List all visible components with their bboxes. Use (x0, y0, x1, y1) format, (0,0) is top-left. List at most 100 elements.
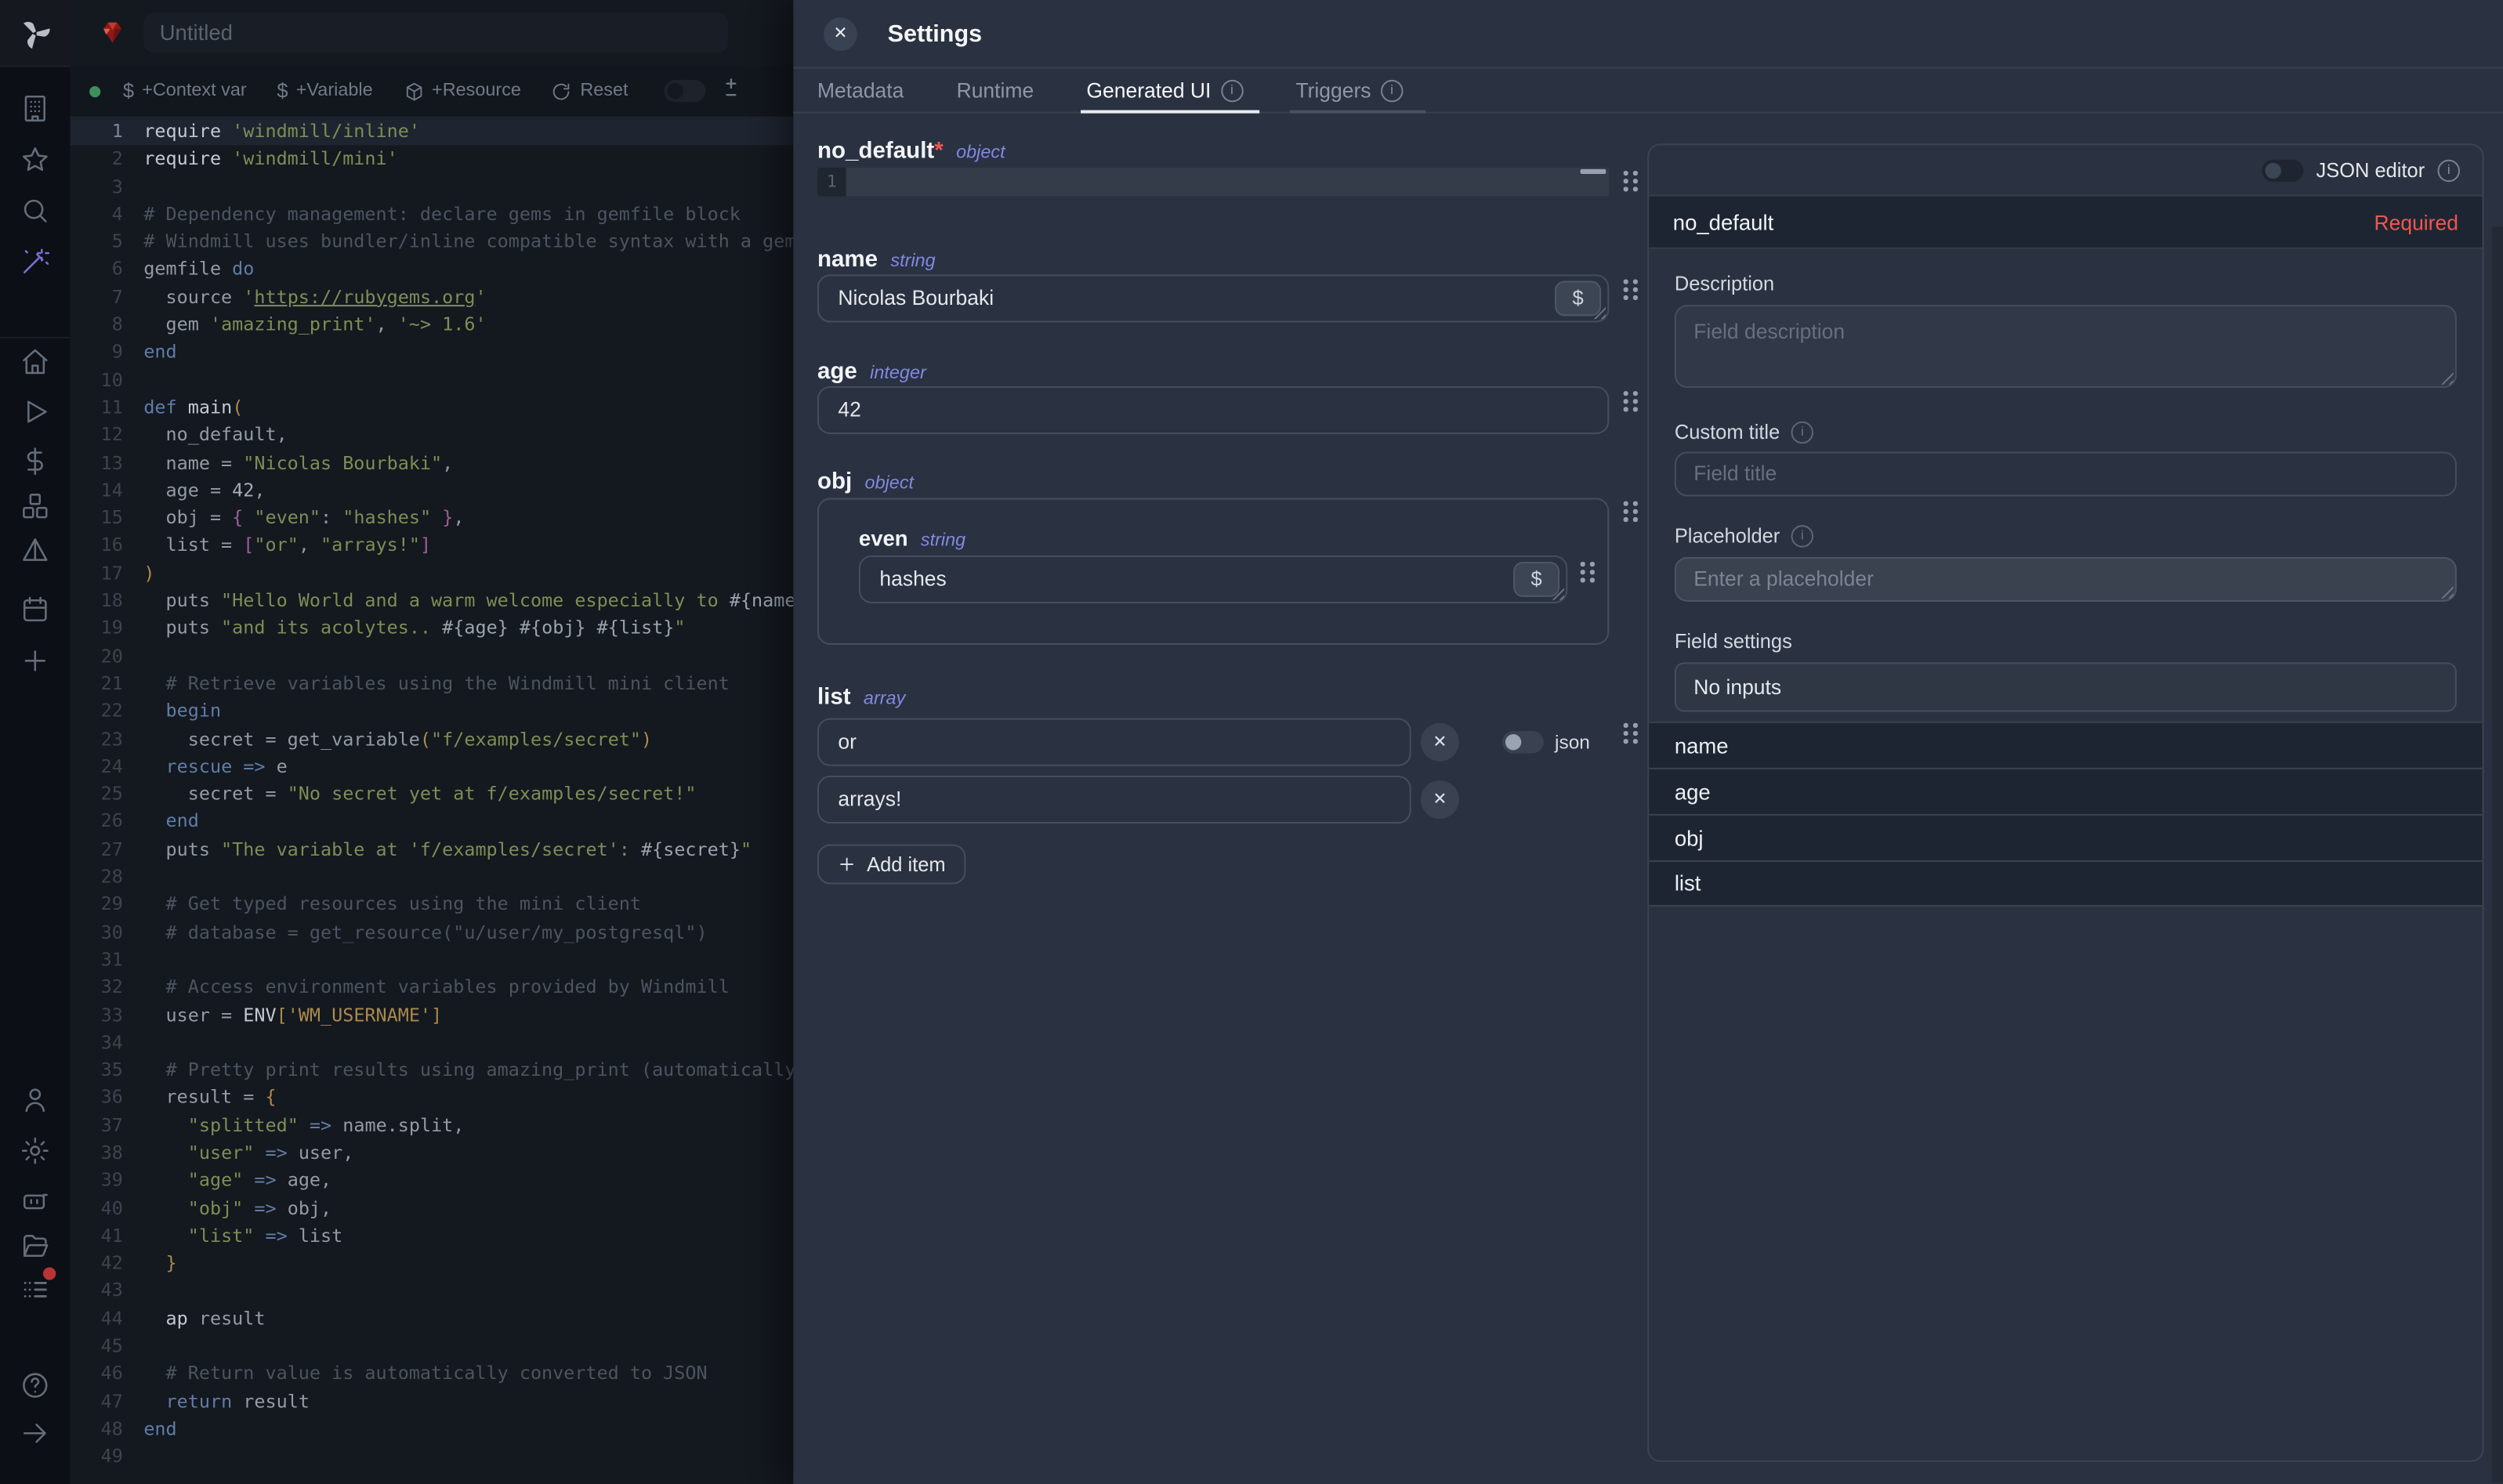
ai-wand-icon[interactable] (19, 246, 51, 278)
folder-icon[interactable] (19, 1231, 51, 1263)
code-line-14[interactable]: 14 age = 42, (71, 477, 794, 505)
audit-list-icon[interactable] (19, 1274, 51, 1306)
code-line-16[interactable]: 16 list = ["or", "arrays!"] (71, 532, 794, 559)
no-default-json-editor[interactable]: 1 (817, 168, 1609, 197)
code-line-37[interactable]: 37 "splitted" => name.split, (71, 1112, 794, 1139)
json-toggle[interactable] (1502, 731, 1544, 754)
add-context-var-button[interactable]: $ +Context var (123, 80, 247, 103)
code-line-20[interactable]: 20 (71, 642, 794, 670)
code-line-12[interactable]: 12 no_default, (71, 422, 794, 449)
code-line-23[interactable]: 23 secret = get_variable("f/examples/sec… (71, 726, 794, 753)
code-line-18[interactable]: 18 puts "Hello World and a warm welcome … (71, 588, 794, 615)
add-resource-button[interactable]: +Resource (403, 81, 521, 101)
code-line-10[interactable]: 10 (71, 367, 794, 394)
drag-handle-icon[interactable] (1624, 723, 1638, 744)
help-icon[interactable] (19, 1370, 51, 1402)
age-input[interactable]: 42 (817, 386, 1609, 434)
settings-gear-icon[interactable] (19, 1135, 51, 1167)
code-line-33[interactable]: 33 user = ENV['WM_USERNAME'] (71, 1001, 794, 1029)
code-line-24[interactable]: 24 rescue => e (71, 753, 794, 780)
code-line-3[interactable]: 3 (71, 173, 794, 201)
description-textarea[interactable]: Field description (1675, 305, 2457, 388)
code-line-30[interactable]: 30 # database = get_resource("u/user/my_… (71, 919, 794, 947)
code-line-26[interactable]: 26 end (71, 809, 794, 836)
code-line-47[interactable]: 47 return result (71, 1388, 794, 1415)
field-row-name[interactable]: name (1649, 722, 2482, 768)
editor-toggle[interactable] (665, 80, 706, 103)
field-row-obj[interactable]: obj (1649, 814, 2482, 860)
remove-item-icon[interactable]: ✕ (1421, 780, 1459, 819)
code-line-43[interactable]: 43 (71, 1278, 794, 1305)
json-editor-toggle[interactable] (2262, 159, 2303, 182)
even-input[interactable]: hashes $ (859, 556, 1567, 603)
code-line-8[interactable]: 8 gem 'amazing_print', '~> 1.6' (71, 311, 794, 338)
code-line-36[interactable]: 36 result = { (71, 1084, 794, 1112)
code-line-42[interactable]: 42 } (71, 1250, 794, 1277)
code-line-15[interactable]: 15 obj = { "even": "hashes" }, (71, 505, 794, 532)
resize-handle[interactable] (2437, 583, 2453, 599)
tab-runtime[interactable]: Runtime (957, 69, 1034, 112)
code-line-2[interactable]: 2require 'windmill/mini' (71, 146, 794, 173)
code-line-44[interactable]: 44 ap result (71, 1305, 794, 1333)
add-item-button[interactable]: Add item (817, 845, 966, 885)
robot-icon[interactable] (19, 1184, 51, 1216)
code-line-17[interactable]: 17) (71, 559, 794, 587)
add-plus-icon[interactable] (19, 645, 51, 677)
scrollbar-track[interactable] (2492, 226, 2503, 1482)
code-line-49[interactable]: 49 (71, 1443, 794, 1471)
user-icon[interactable] (19, 1084, 51, 1116)
field-row-list[interactable]: list (1649, 860, 2482, 907)
code-line-34[interactable]: 34 (71, 1029, 794, 1056)
placeholder-textarea[interactable]: Enter a placeholder (1675, 557, 2457, 602)
code-line-29[interactable]: 29 # Get typed resources using the mini … (71, 891, 794, 918)
reset-button[interactable]: Reset (552, 81, 628, 101)
code-line-21[interactable]: 21 # Retrieve variables using the Windmi… (71, 670, 794, 697)
code-line-45[interactable]: 45 (71, 1333, 794, 1360)
close-icon[interactable]: ✕ (824, 16, 857, 50)
field-row-age[interactable]: age (1649, 768, 2482, 814)
name-input[interactable]: Nicolas Bourbaki $ (817, 274, 1609, 322)
list-item-input[interactable]: or (817, 718, 1411, 766)
code-line-25[interactable]: 25 secret = "No secret yet at f/examples… (71, 780, 794, 808)
list-item-input[interactable]: arrays! (817, 776, 1411, 823)
script-title-input[interactable]: Untitled (143, 13, 728, 52)
diff-icon[interactable] (723, 76, 741, 107)
tab-triggers[interactable]: Triggersi (1295, 69, 1403, 112)
code-line-41[interactable]: 41 "list" => list (71, 1222, 794, 1250)
code-line-19[interactable]: 19 puts "and its acolytes.. #{age} #{obj… (71, 615, 794, 642)
star-icon[interactable] (19, 143, 51, 176)
runs-play-icon[interactable] (19, 396, 51, 428)
building-icon[interactable] (19, 92, 51, 125)
code-line-32[interactable]: 32 # Access environment variables provid… (71, 974, 794, 1001)
code-line-40[interactable]: 40 "obj" => obj, (71, 1195, 794, 1222)
remove-item-icon[interactable]: ✕ (1421, 723, 1459, 762)
tab-generated-ui[interactable]: Generated UIi (1086, 69, 1243, 112)
drag-handle-icon[interactable] (1624, 171, 1638, 191)
drag-handle-icon[interactable] (1581, 562, 1595, 582)
schedules-calendar-icon[interactable] (19, 594, 51, 626)
windmill-logo[interactable] (0, 0, 71, 67)
collapse-arrow-icon[interactable] (19, 1417, 51, 1450)
code-line-9[interactable]: 9end (71, 339, 794, 367)
drag-handle-icon[interactable] (1624, 391, 1638, 411)
code-line-7[interactable]: 7 source 'https://rubygems.org' (71, 284, 794, 311)
variables-dollar-icon[interactable] (19, 445, 51, 477)
code-line-22[interactable]: 22 begin (71, 698, 794, 726)
add-variable-button[interactable]: $ +Variable (277, 80, 372, 103)
home-icon[interactable] (19, 346, 51, 378)
editor-body[interactable] (846, 168, 1610, 197)
code-line-31[interactable]: 31 (71, 947, 794, 974)
code-line-11[interactable]: 11def main( (71, 394, 794, 422)
code-line-38[interactable]: 38 "user" => user, (71, 1139, 794, 1167)
code-line-35[interactable]: 35 # Pretty print results using amazing_… (71, 1057, 794, 1084)
code-line-4[interactable]: 4# Dependency management: declare gems i… (71, 201, 794, 228)
code-line-27[interactable]: 27 puts "The variable at 'f/examples/sec… (71, 836, 794, 863)
code-content[interactable]: 1require 'windmill/inline'2require 'wind… (71, 118, 794, 1484)
code-line-48[interactable]: 48end (71, 1416, 794, 1443)
insert-variable-button[interactable]: $ (1555, 281, 1601, 317)
pyramid-icon[interactable] (19, 534, 51, 566)
code-line-5[interactable]: 5# Windmill uses bundler/inline compatib… (71, 229, 794, 256)
selected-field-row[interactable]: no_default Required (1649, 197, 2482, 249)
code-line-6[interactable]: 6gemfile do (71, 256, 794, 284)
editor-scrollbar[interactable] (1581, 169, 1606, 174)
